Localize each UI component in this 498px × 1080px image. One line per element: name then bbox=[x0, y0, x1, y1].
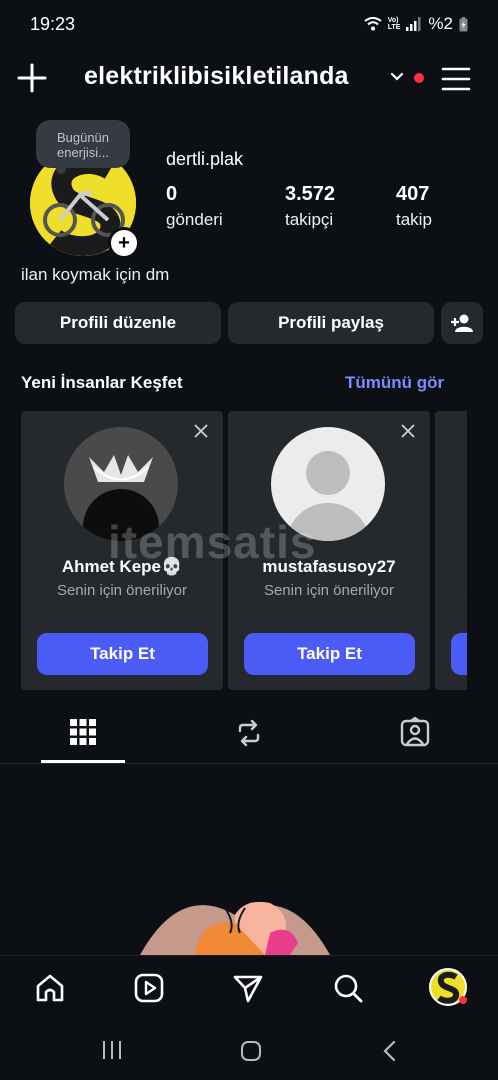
plus-icon[interactable] bbox=[16, 62, 48, 94]
home-icon[interactable] bbox=[34, 972, 66, 1004]
follow-button[interactable]: Takip Et bbox=[244, 633, 415, 675]
system-nav bbox=[0, 1020, 498, 1080]
search-icon[interactable] bbox=[332, 972, 364, 1004]
share-profile-button[interactable]: Profili paylaş bbox=[228, 302, 434, 344]
follow-button[interactable]: Takip Et bbox=[37, 633, 208, 675]
recents-icon[interactable] bbox=[101, 1040, 123, 1060]
empty-state-illustration bbox=[140, 901, 330, 955]
reels-nav-icon[interactable] bbox=[133, 972, 165, 1004]
close-icon[interactable] bbox=[400, 423, 416, 439]
edit-profile-button[interactable]: Profili düzenle bbox=[15, 302, 221, 344]
wifi-icon bbox=[364, 17, 382, 31]
home-button-icon[interactable] bbox=[240, 1040, 262, 1062]
discover-title: Yeni İnsanlar Keşfet bbox=[21, 373, 183, 392]
suggestion-card-partial[interactable]: S bbox=[435, 411, 467, 690]
stat-posts[interactable]: 0 gönderi bbox=[166, 183, 223, 230]
status-icons: Vo) LTE %2 bbox=[364, 14, 468, 34]
stat-followers[interactable]: 3.572 takipçi bbox=[285, 183, 335, 230]
send-icon[interactable] bbox=[232, 972, 264, 1004]
bio: ilan koymak için dm bbox=[21, 265, 170, 284]
bottom-nav bbox=[0, 955, 498, 1020]
notification-dot bbox=[414, 73, 424, 83]
battery-icon bbox=[459, 16, 468, 31]
add-person-icon bbox=[451, 314, 473, 332]
stat-following[interactable]: 407 takip bbox=[396, 183, 432, 230]
note-bubble[interactable]: Bugünün enerjisi... bbox=[36, 120, 130, 174]
grid-icon[interactable] bbox=[70, 719, 96, 745]
account-switcher[interactable]: elektriklibisikletilanda bbox=[84, 62, 349, 91]
notification-dot bbox=[459, 996, 467, 1004]
follow-button[interactable] bbox=[451, 633, 467, 675]
suggestion-subtitle: Senin için öneriliyor bbox=[56, 582, 188, 599]
tagged-icon[interactable] bbox=[400, 717, 430, 747]
reels-icon[interactable] bbox=[236, 719, 262, 747]
profile-name: dertli.plak bbox=[166, 149, 244, 169]
status-time: 19:23 bbox=[30, 14, 76, 34]
watermark: itemsatis bbox=[108, 516, 317, 568]
network-type: Vo) LTE bbox=[387, 17, 401, 31]
see-all-link[interactable]: Tümünü gör bbox=[345, 373, 444, 393]
suggestion-subtitle: Senin için öneriliyor bbox=[263, 582, 395, 599]
battery-percent: %2 bbox=[428, 14, 453, 33]
close-icon[interactable] bbox=[193, 423, 209, 439]
discover-people-button[interactable] bbox=[441, 302, 483, 344]
signal-icon bbox=[406, 17, 421, 31]
divider bbox=[0, 763, 498, 764]
menu-icon[interactable] bbox=[441, 66, 471, 92]
back-icon[interactable] bbox=[382, 1040, 398, 1062]
add-story-button[interactable]: + bbox=[108, 227, 140, 259]
chevron-down-icon[interactable] bbox=[390, 72, 404, 82]
